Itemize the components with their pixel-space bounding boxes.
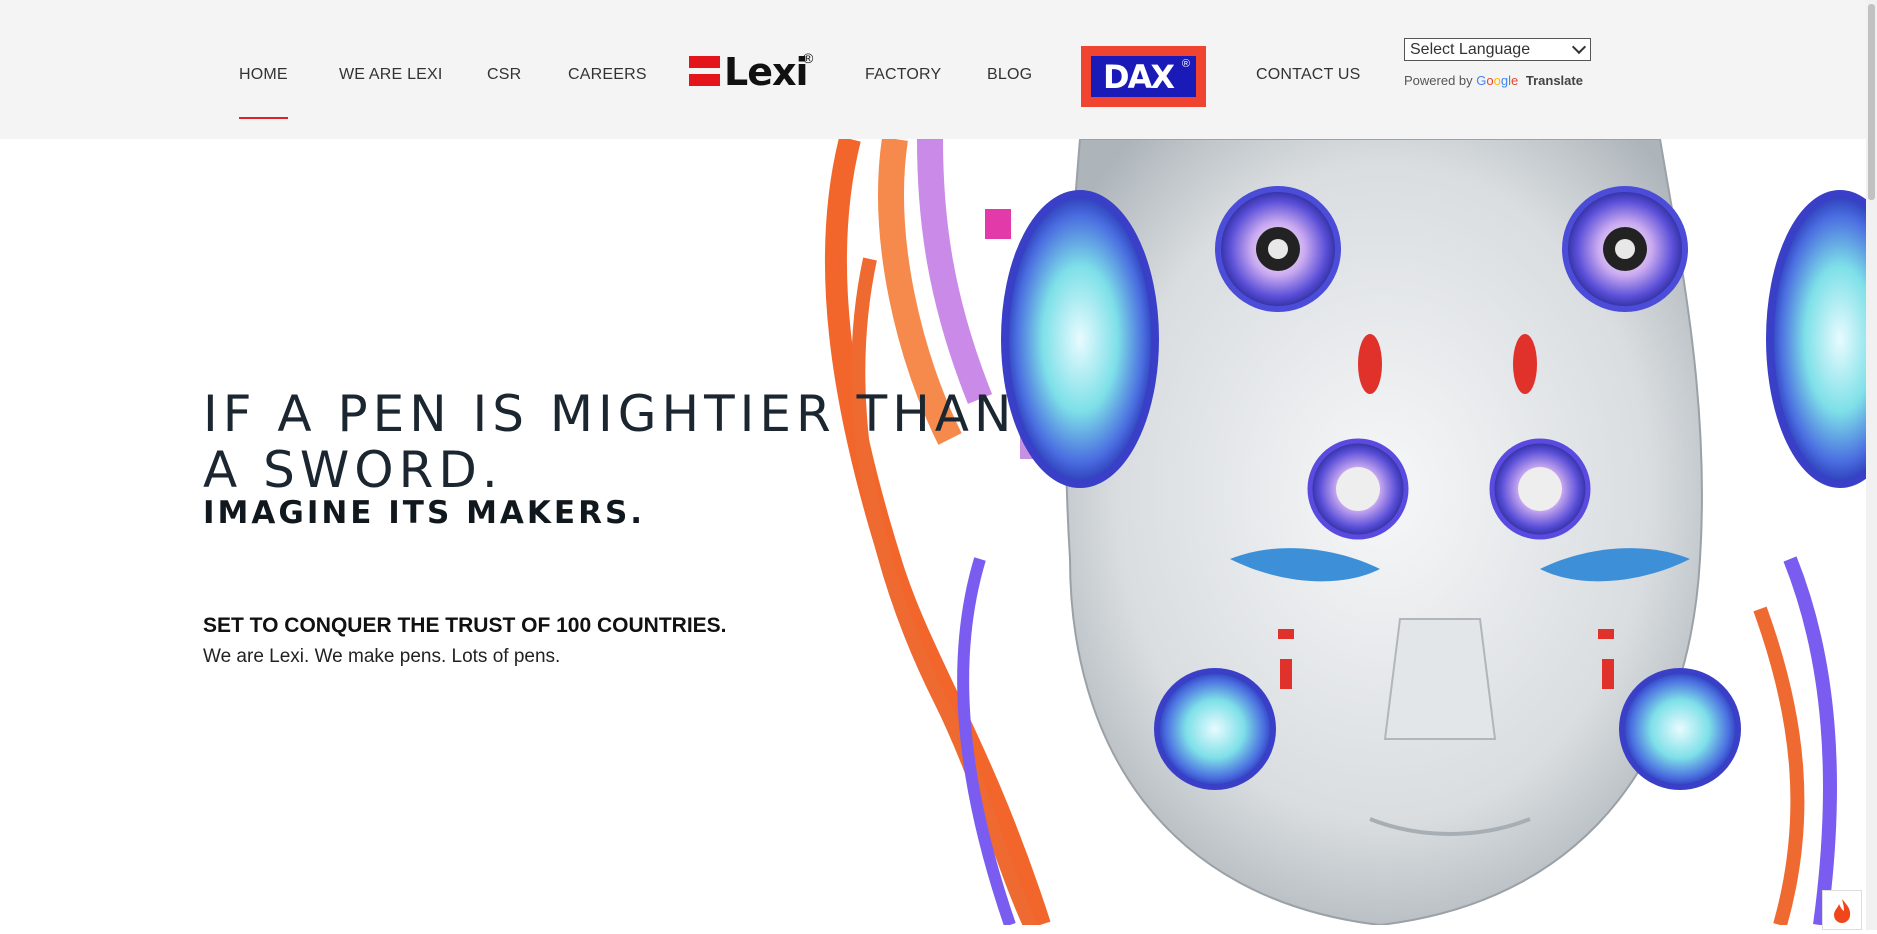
page-scrollbar[interactable] (1866, 0, 1877, 930)
scrollbar-thumb[interactable] (1868, 4, 1875, 200)
lexi-logo[interactable]: Lexi ® (689, 50, 819, 94)
hero-subheadline: IMAGINE ITS MAKERS. (203, 495, 646, 531)
lexi-logo-text: Lexi (724, 50, 809, 94)
chat-widget-button[interactable] (1822, 890, 1862, 930)
nav-careers[interactable]: CAREERS (568, 66, 647, 84)
hero-headline-line-2: A SWORD. (203, 441, 503, 499)
nav-contact-us[interactable]: CONTACT US (1256, 66, 1361, 84)
powered-by-label: Powered by (1404, 73, 1473, 88)
google-wordmark: Google (1476, 73, 1519, 88)
robot-head-illustration (824, 139, 1866, 925)
lexi-flag-icon (689, 56, 720, 86)
hero-headline: IF A PEN IS MIGHTIER THAN A SWORD. (203, 386, 1023, 498)
language-select[interactable]: Select Language (1404, 38, 1591, 61)
chevron-down-icon (1571, 39, 1587, 55)
nav-home[interactable]: HOME (239, 66, 288, 84)
language-select-value: Select Language (1410, 41, 1531, 58)
registered-mark: ® (1181, 58, 1190, 70)
nav-blog[interactable]: BLOG (987, 66, 1032, 84)
site-header: HOME WE ARE LEXI CSR CAREERS Lexi ® FACT… (0, 0, 1866, 139)
dax-logo-text: DAX (1103, 58, 1175, 96)
hero-intro: We are Lexi. We make pens. Lots of pens. (203, 646, 561, 667)
nav-active-indicator (239, 117, 288, 119)
google-translate-attribution: Powered by Google Translate (1404, 73, 1583, 88)
nav-factory[interactable]: FACTORY (865, 66, 941, 84)
dax-logo[interactable]: DAX ® (1081, 46, 1206, 107)
translate-link[interactable]: Translate (1526, 73, 1583, 88)
registered-mark: ® (803, 50, 814, 66)
nav-csr[interactable]: CSR (487, 66, 521, 84)
nav-we-are-lexi[interactable]: WE ARE LEXI (339, 66, 443, 84)
flame-icon (1834, 899, 1851, 923)
hero-tagline: SET TO CONQUER THE TRUST OF 100 COUNTRIE… (203, 614, 727, 637)
hero-headline-line-1: IF A PEN IS MIGHTIER THAN (203, 385, 1017, 443)
